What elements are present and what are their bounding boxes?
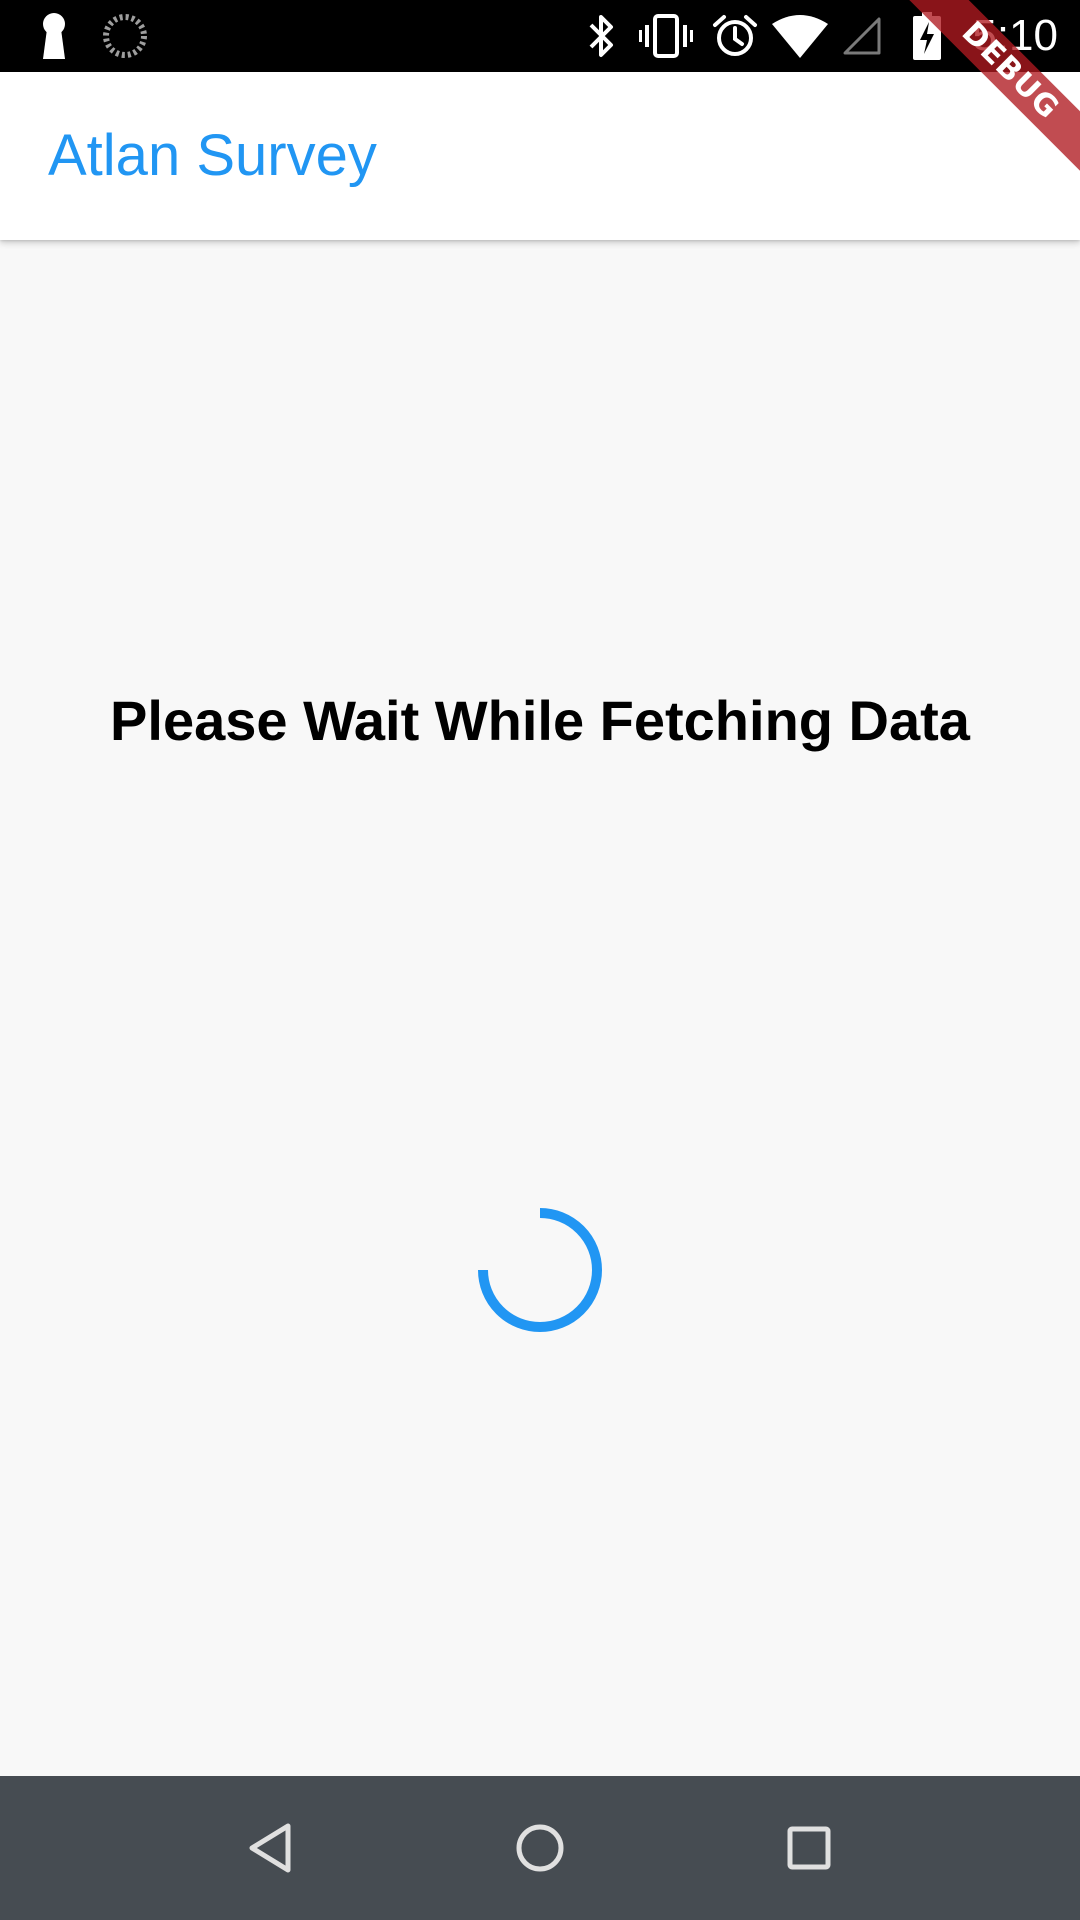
wifi-icon xyxy=(772,0,828,72)
navigation-bar xyxy=(0,1776,1080,1920)
vibrate-icon xyxy=(638,0,694,72)
cell-signal-icon xyxy=(842,0,882,72)
home-icon xyxy=(516,1824,564,1872)
loading-spinner xyxy=(478,1208,602,1332)
alarm-icon xyxy=(712,0,758,72)
loading-message: Please Wait While Fetching Data xyxy=(110,689,970,752)
status-bar: 5:10 xyxy=(0,0,1080,72)
recents-icon xyxy=(787,1826,831,1870)
sync-spinner-icon xyxy=(102,0,148,72)
nav-recents-button[interactable] xyxy=(737,1776,881,1920)
main-content: Please Wait While Fetching Data xyxy=(0,240,1080,1776)
keyhole-icon xyxy=(36,0,72,72)
app-title: Atlan Survey xyxy=(48,123,377,188)
status-time: 5:10 xyxy=(972,11,1058,60)
nav-back-button[interactable] xyxy=(198,1776,342,1920)
back-icon xyxy=(249,1823,291,1873)
app-bar: Atlan Survey xyxy=(0,72,1080,240)
bluetooth-icon xyxy=(586,0,618,72)
nav-home-button[interactable] xyxy=(468,1776,612,1920)
battery-charging-icon xyxy=(912,0,942,72)
